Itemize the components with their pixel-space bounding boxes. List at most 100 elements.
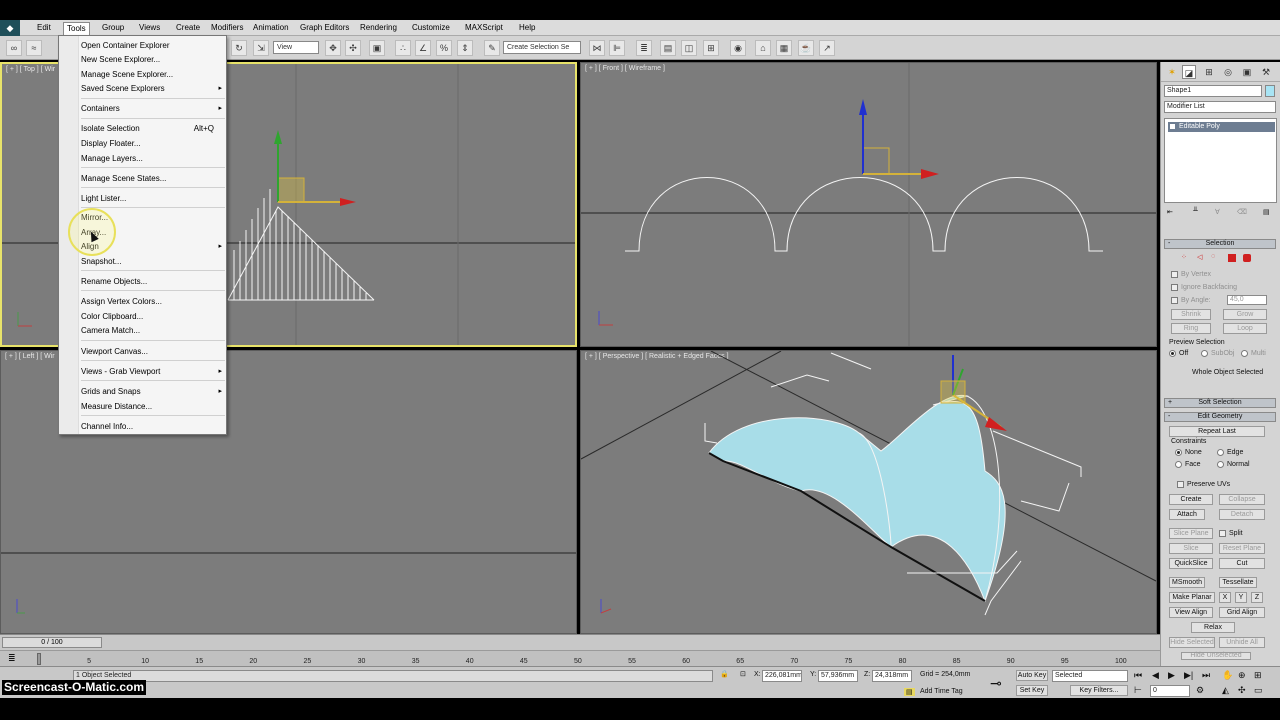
make-planar-x-button[interactable]: X xyxy=(1219,592,1231,603)
key-mode-toggle-icon[interactable]: ⊢ xyxy=(1134,685,1142,696)
app-logo-icon[interactable]: ◆ xyxy=(0,20,20,36)
constraint-face-radio[interactable] xyxy=(1175,461,1182,468)
shrink-button[interactable]: Shrink xyxy=(1171,309,1211,320)
stack-item-editable-poly[interactable]: Editable Poly xyxy=(1168,122,1275,132)
menu-graph-editors[interactable]: Graph Editors xyxy=(297,22,352,34)
next-frame-icon[interactable]: ▶| xyxy=(1184,670,1193,681)
layer-manager-icon[interactable]: ≣ xyxy=(636,40,652,56)
motion-tab-icon[interactable]: ◎ xyxy=(1221,65,1235,79)
graphite-ribbon-icon[interactable]: ▤ xyxy=(660,40,676,56)
utilities-tab-icon[interactable]: ⚒ xyxy=(1259,65,1273,79)
align-icon[interactable]: ⊫ xyxy=(609,40,625,56)
go-to-end-icon[interactable]: ⏭ xyxy=(1202,670,1210,681)
time-slider[interactable]: 0 / 100 xyxy=(2,637,102,648)
detach-button[interactable]: Detach xyxy=(1219,509,1265,520)
menu-item-channel-info[interactable]: Channel Info... xyxy=(81,420,227,433)
track-bar[interactable]: ≣ 5 10 15 20 25 30 35 40 45 50 55 60 65 70 75 80 85 90 95 1… xyxy=(0,650,1160,666)
field-of-view-icon[interactable]: ◭ xyxy=(1222,685,1229,696)
menu-item-open-container-explorer[interactable]: Open Container Explorer xyxy=(81,39,227,52)
edit-geometry-rollout-header[interactable]: - Edit Geometry xyxy=(1164,412,1276,422)
menu-item-camera-match[interactable]: Camera Match... xyxy=(81,324,227,337)
hide-unselected-button[interactable]: Hide Unselected xyxy=(1181,652,1251,660)
maximize-viewport-icon[interactable]: ▭ xyxy=(1254,685,1263,696)
create-button[interactable]: Create xyxy=(1169,494,1213,505)
collapse-button[interactable]: Collapse xyxy=(1219,494,1265,505)
z-coordinate-field[interactable]: 24,318mm xyxy=(872,670,912,682)
orbit-icon[interactable]: ✣ xyxy=(1238,685,1246,696)
keyboard-shortcut-icon[interactable]: ▣ xyxy=(369,40,385,56)
view-align-button[interactable]: View Align xyxy=(1169,607,1213,618)
make-unique-icon[interactable]: ∀ xyxy=(1215,208,1220,216)
make-planar-z-button[interactable]: Z xyxy=(1251,592,1263,603)
menu-item-snapshot[interactable]: Snapshot... xyxy=(81,255,227,268)
pin-stack-icon[interactable]: ⇤ xyxy=(1167,208,1173,216)
menu-views[interactable]: Views xyxy=(136,22,163,34)
quickslice-button[interactable]: QuickSlice xyxy=(1169,558,1213,569)
create-tab-icon[interactable]: ✶ xyxy=(1165,65,1179,79)
zoom-icon[interactable]: ⊕ xyxy=(1238,670,1246,681)
reference-coordinate-select[interactable]: View xyxy=(273,41,319,54)
loop-button[interactable]: Loop xyxy=(1223,323,1267,334)
menu-help[interactable]: Help xyxy=(516,22,538,34)
absolute-mode-icon[interactable]: ⊡ xyxy=(740,670,746,678)
menu-item-color-clipboard[interactable]: Color Clipboard... xyxy=(81,310,227,323)
constraint-none-radio[interactable] xyxy=(1175,449,1182,456)
schematic-view-icon[interactable]: ⊞ xyxy=(703,40,719,56)
menu-item-saved-scene-explorers[interactable]: Saved Scene Explorers ▸ xyxy=(81,82,227,95)
reset-plane-button[interactable]: Reset Plane xyxy=(1219,543,1265,554)
track-bar-current-frame[interactable] xyxy=(37,653,41,665)
rotate-icon[interactable]: ↻ xyxy=(231,40,247,56)
menu-customize[interactable]: Customize xyxy=(409,22,453,34)
key-icon[interactable]: ⊸ xyxy=(990,675,1002,692)
display-tab-icon[interactable]: ▣ xyxy=(1240,65,1254,79)
set-key-button[interactable]: Set Key xyxy=(1016,685,1048,696)
preview-off-radio[interactable] xyxy=(1169,350,1176,357)
menu-item-light-lister[interactable]: Light Lister... xyxy=(81,192,227,205)
lock-selection-icon[interactable]: 🔒 xyxy=(720,670,729,678)
named-selection-set-select[interactable]: Create Selection Se xyxy=(503,41,581,54)
rendered-frame-icon[interactable]: ▦ xyxy=(776,40,792,56)
snap-toggle-icon[interactable]: ∴ xyxy=(395,40,411,56)
viewport-front[interactable]: [ + ] [ Front ] [ Wireframe ] xyxy=(580,62,1157,347)
angle-spinner[interactable]: 45,0 xyxy=(1227,295,1267,305)
modifier-stack[interactable]: Editable Poly xyxy=(1164,118,1277,203)
menu-item-assign-vertex-colors[interactable]: Assign Vertex Colors... xyxy=(81,295,227,308)
menu-item-isolate-selection[interactable]: Isolate Selection Alt+Q xyxy=(81,122,227,135)
zoom-extents-icon[interactable]: ⊞ xyxy=(1254,670,1262,681)
menu-item-rename-objects[interactable]: Rename Objects... xyxy=(81,275,227,288)
preserve-uvs-checkbox[interactable] xyxy=(1177,481,1184,488)
unlink-icon[interactable]: ≈ xyxy=(26,40,42,56)
link-icon[interactable]: ∞ xyxy=(6,40,22,56)
slice-plane-button[interactable]: Slice Plane xyxy=(1169,528,1213,539)
object-color-swatch[interactable] xyxy=(1265,85,1275,97)
curve-editor-icon[interactable]: ◫ xyxy=(681,40,697,56)
soft-selection-rollout-header[interactable]: + Soft Selection xyxy=(1164,398,1276,408)
menu-item-measure-distance[interactable]: Measure Distance... xyxy=(81,400,227,413)
by-vertex-checkbox[interactable] xyxy=(1171,271,1178,278)
relax-button[interactable]: Relax xyxy=(1191,622,1235,633)
element-icon[interactable] xyxy=(1243,254,1251,262)
slice-button[interactable]: Slice xyxy=(1169,543,1213,554)
attach-button[interactable]: Attach xyxy=(1169,509,1205,520)
add-time-tag[interactable]: Add Time Tag xyxy=(920,688,963,695)
menu-modifiers[interactable]: Modifiers xyxy=(208,22,246,34)
make-planar-button[interactable]: Make Planar xyxy=(1169,592,1215,603)
unhide-all-button[interactable]: Unhide All xyxy=(1219,637,1265,648)
menu-tools[interactable]: Tools xyxy=(63,22,90,36)
menu-create[interactable]: Create xyxy=(173,22,203,34)
edit-named-selection-icon[interactable]: ✎ xyxy=(484,40,500,56)
menu-animation[interactable]: Animation xyxy=(250,22,292,34)
material-editor-icon[interactable]: ◉ xyxy=(730,40,746,56)
viewport-perspective[interactable]: [ + ] [ Perspective ] [ Realistic + Edge… xyxy=(580,350,1157,634)
selection-rollout-header[interactable]: - Selection xyxy=(1164,239,1276,249)
key-filters-button[interactable]: Key Filters... xyxy=(1070,685,1128,696)
menu-item-views-grab-viewport[interactable]: Views - Grab Viewport ▸ xyxy=(81,365,227,378)
grow-button[interactable]: Grow xyxy=(1223,309,1267,320)
play-icon[interactable]: ▶ xyxy=(1168,670,1175,681)
constraint-normal-radio[interactable] xyxy=(1217,461,1224,468)
menu-maxscript[interactable]: MAXScript xyxy=(462,22,506,34)
preview-multi-radio[interactable] xyxy=(1241,350,1248,357)
split-checkbox[interactable] xyxy=(1219,530,1226,537)
polygon-icon[interactable] xyxy=(1228,254,1236,262)
make-planar-y-button[interactable]: Y xyxy=(1235,592,1247,603)
